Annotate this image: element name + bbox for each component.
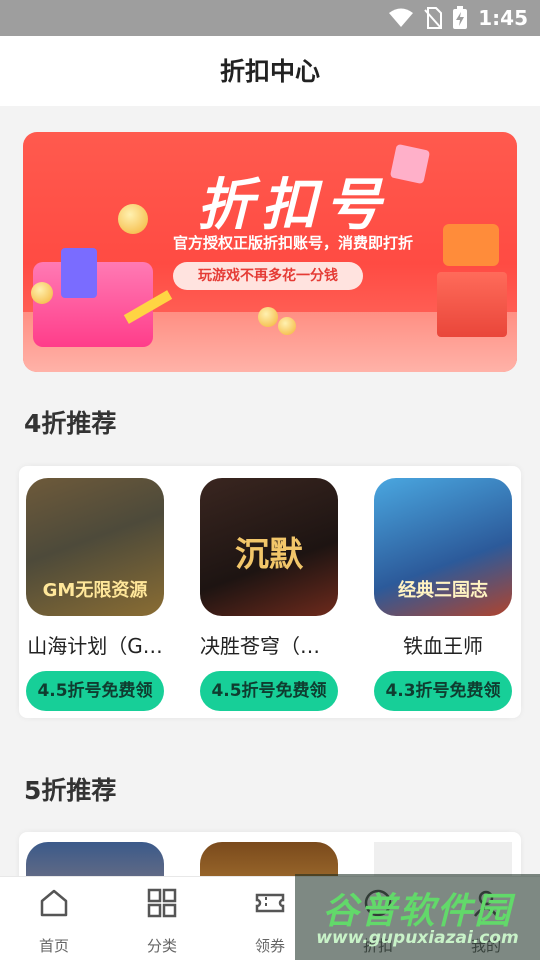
game-card-list: GM无限资源 山海计划（G… 4.5折号免费领 沉默 决胜苍穹（沉… 4.5折号…: [19, 466, 521, 718]
coin-icon: [31, 282, 53, 304]
grid-icon: [147, 888, 177, 918]
clock: 1:45: [478, 6, 528, 30]
watermark-url: www.gupuxiazai.com: [316, 928, 519, 948]
page-title: 折扣中心: [219, 57, 320, 86]
pedestal-illustration: [437, 272, 507, 337]
top-bar: 折扣中心: [0, 36, 540, 106]
game-name[interactable]: 铁血王师: [374, 630, 512, 659]
game-name[interactable]: 决胜苍穹（沉…: [200, 630, 338, 659]
status-icons: 1:45: [388, 0, 528, 36]
status-bar: 1:45: [0, 0, 540, 36]
game-icon-badge: GM无限资源: [42, 580, 148, 601]
claim-discount-button[interactable]: 4.5折号免费领: [26, 671, 164, 711]
site-watermark: 谷普软件园 www.gupuxiazai.com: [295, 874, 540, 960]
game-icon[interactable]: 经典三国志: [374, 478, 512, 616]
battery-charging-icon: [453, 6, 468, 29]
game-name[interactable]: 山海计划（G…: [26, 630, 164, 659]
banner-subtitle: 官方授权正版折扣账号，消费即打折: [172, 234, 413, 252]
coin-icon: [258, 307, 278, 327]
tab-home[interactable]: 首页: [0, 877, 108, 960]
coin-icon: [278, 317, 296, 335]
section-title-5-discount: 5折推荐: [24, 776, 117, 805]
coin-icon: [118, 204, 148, 234]
banner-tagline: 玩游戏不再多花一分钱: [173, 262, 363, 290]
claim-discount-button[interactable]: 4.5折号免费领: [200, 671, 338, 711]
home-icon: [40, 889, 68, 917]
phone-illustration: [61, 248, 97, 298]
claim-discount-button[interactable]: 4.3折号免费领: [374, 671, 512, 711]
tab-label: 首页: [38, 937, 69, 955]
no-sim-icon: [424, 7, 443, 29]
tab-label: 分类: [146, 937, 177, 955]
tab-category[interactable]: 分类: [108, 877, 216, 960]
game-item[interactable]: 经典三国志 铁血王师 4.3折号免费领: [374, 478, 512, 711]
watermark-title: 谷普软件园: [322, 891, 513, 932]
banner-title: 折扣号: [197, 173, 389, 238]
game-item[interactable]: GM无限资源 山海计划（G… 4.5折号免费领: [26, 478, 164, 711]
wifi-icon: [389, 8, 414, 27]
game-icon-badge: 沉默: [235, 535, 303, 575]
ticket-icon: [255, 893, 285, 913]
game-icon-badge: 经典三国志: [398, 580, 488, 601]
game-icon[interactable]: GM无限资源: [26, 478, 164, 616]
promo-banner[interactable]: 折扣号 官方授权正版折扣账号，消费即打折 玩游戏不再多花一分钱: [23, 132, 517, 372]
gift-icon: [443, 224, 499, 266]
game-icon[interactable]: 沉默: [200, 478, 338, 616]
game-item[interactable]: 沉默 决胜苍穹（沉… 4.5折号免费领: [200, 478, 338, 711]
section-title-4-discount: 4折推荐: [24, 409, 117, 438]
